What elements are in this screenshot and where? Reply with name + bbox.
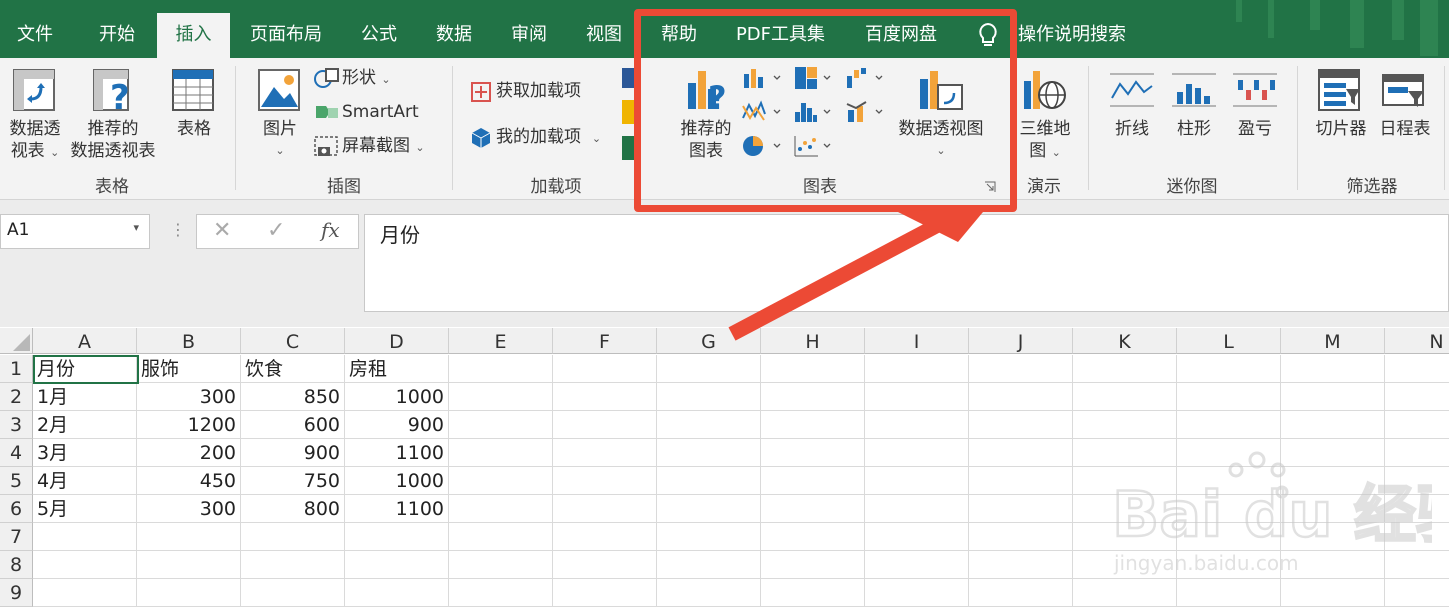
svg-text:jingyan.baidu.com: jingyan.baidu.com bbox=[1113, 551, 1299, 575]
baidu-watermark: Bai du 经验 jingyan.baidu.com bbox=[1111, 446, 1449, 576]
svg-text:Bai du 经验: Bai du 经验 bbox=[1112, 478, 1432, 551]
